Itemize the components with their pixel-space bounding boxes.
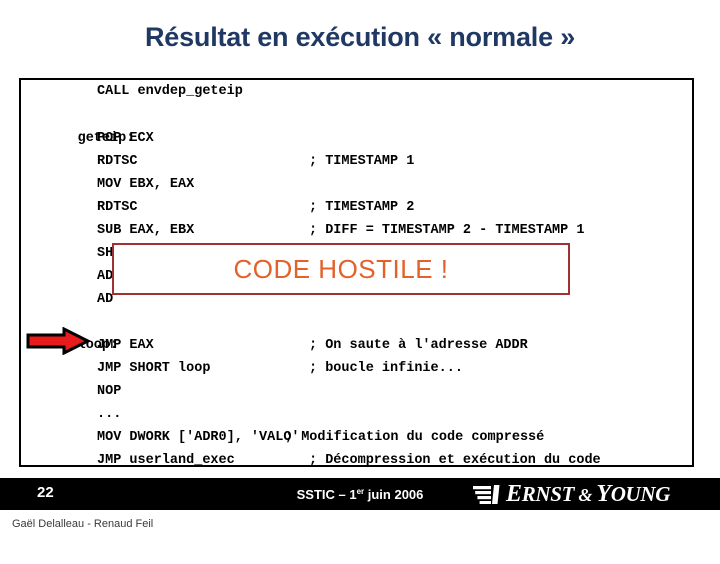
code-comment: ; boucle infinie...: [309, 361, 463, 376]
brand-ampersand: &: [574, 485, 597, 505]
code-line: MOV EBX, EAX: [21, 173, 692, 196]
code-mnemonic: AD: [97, 292, 114, 307]
code-mnemonic: JMP userland_exec: [97, 453, 235, 468]
code-mnemonic: SH: [97, 246, 114, 261]
code-line: MOV DWORK ['ADR0], 'VALO' ; Modification…: [21, 426, 692, 449]
code-mnemonic: MOV EBX, EAX: [97, 177, 195, 192]
code-mnemonic: RDTSC: [97, 200, 138, 215]
code-line: SUB EAX, EBX ; DIFF = TIMESTAMP 2 - TIME…: [21, 219, 692, 242]
code-mnemonic: JMP SHORT loop: [97, 361, 211, 376]
brand-oung: OUNG: [610, 482, 671, 506]
code-comment: ; On saute à l'adresse ADDR: [309, 338, 528, 353]
code-mnemonic: ...: [97, 407, 122, 422]
brand-y: Y: [596, 481, 611, 507]
page-title: Résultat en exécution « normale »: [144, 22, 576, 52]
ernst-young-logo: ERNST & YOUNG: [471, 481, 670, 507]
code-comment: ; TIMESTAMP 2: [309, 200, 415, 215]
hostile-code-label: CODE HOSTILE !: [233, 253, 449, 284]
brand-e: E: [506, 481, 522, 507]
code-line: CALL envdep_geteip: [21, 80, 692, 104]
code-line: geteip:: [21, 104, 692, 146]
code-line: POP ECX: [21, 127, 692, 150]
red-arrow-icon: [26, 326, 92, 356]
ernst-young-mark-icon: [473, 485, 500, 504]
code-comment: ; DIFF = TIMESTAMP 2 - TIMESTAMP 1: [309, 223, 585, 238]
author-line: Gaël Delalleau - Renaud Feil: [12, 518, 154, 530]
code-mnemonic: NOP: [97, 384, 122, 399]
code-comment: ; TIMESTAMP 1: [309, 154, 415, 169]
code-mnemonic: AD: [97, 269, 114, 284]
code-mnemonic: POP ECX: [97, 131, 154, 146]
conference-ordinal: er: [356, 487, 365, 496]
code-mnemonic: JMP EAX: [97, 338, 154, 353]
brand-rnst: RNST: [521, 482, 575, 506]
code-comment: ; Modification du code compressé: [285, 430, 545, 445]
conference-prefix: SSTIC – 1: [296, 487, 357, 502]
code-line: JMP userland_exec ; Décompression et exé…: [21, 449, 692, 472]
code-mnemonic: SUB EAX, EBX: [97, 223, 195, 238]
code-line: JMP EAX ; On saute à l'adresse ADDR: [21, 334, 692, 357]
code-mnemonic: MOV DWORK ['ADR0], 'VALO': [97, 430, 300, 445]
code-line: NOP: [21, 380, 692, 403]
code-mnemonic: RDTSC: [97, 154, 138, 169]
code-line: JMP SHORT loop ; boucle infinie...: [21, 357, 692, 380]
code-comment: ; Décompression et exécution du code: [309, 453, 601, 468]
code-mnemonic: CALL envdep_geteip: [97, 84, 243, 99]
code-line: RDTSC ; TIMESTAMP 1: [21, 150, 692, 173]
ernst-young-wordmark: ERNST & YOUNG: [506, 482, 670, 506]
code-line: loop:: [21, 311, 692, 353]
code-line: ...: [21, 403, 692, 426]
hostile-code-callout: CODE HOSTILE !: [112, 243, 570, 295]
code-line: RDTSC ; TIMESTAMP 2: [21, 196, 692, 219]
conference-suffix: juin 2006: [364, 487, 424, 502]
